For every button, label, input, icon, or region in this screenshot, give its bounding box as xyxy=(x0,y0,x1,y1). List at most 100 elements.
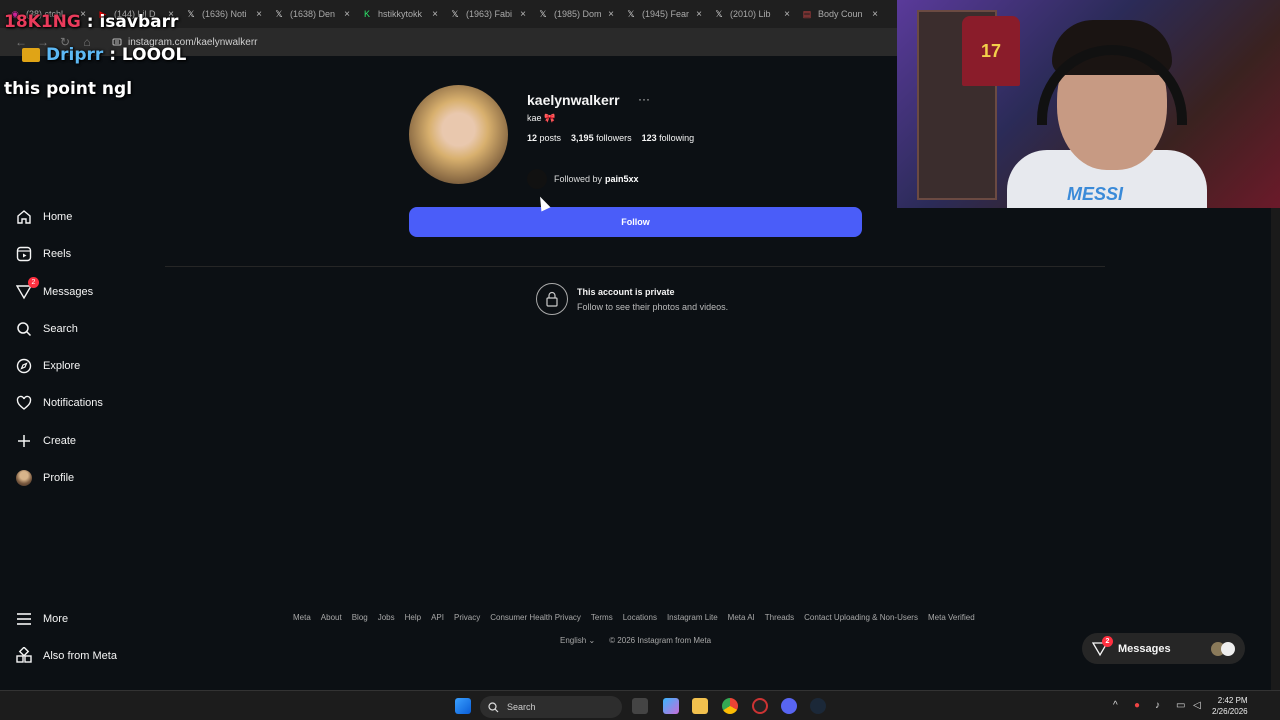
clock-time: 2:42 PM xyxy=(1217,696,1248,705)
browser-tab[interactable]: ▤ Body Coun × xyxy=(796,1,884,27)
taskbar-search-placeholder: Search xyxy=(507,702,536,712)
followed-by-prefix: Followed by xyxy=(554,174,603,184)
browser-tab[interactable]: 𝕏 (1945) Fear × xyxy=(620,1,708,27)
footer-link[interactable]: About xyxy=(321,613,342,622)
footer-link[interactable]: Instagram Lite xyxy=(667,613,718,622)
plus-icon xyxy=(14,431,34,451)
browser-tab[interactable]: Khstikkytokk × xyxy=(356,1,444,27)
sidebar-item-label: Home xyxy=(43,211,73,223)
footer-link[interactable]: Terms xyxy=(591,613,613,622)
footer-link[interactable]: Help xyxy=(405,613,421,622)
divider xyxy=(165,266,1105,267)
tab-favicon-icon: K xyxy=(363,9,370,19)
search-icon xyxy=(14,319,34,339)
chat-message: : isavbarr xyxy=(86,12,179,32)
footer-link[interactable]: Contact Uploading & Non-Users xyxy=(804,613,918,622)
tab-favicon-icon: 𝕏 xyxy=(187,8,195,19)
tray-overflow-icon[interactable]: ^ xyxy=(1113,700,1118,711)
footer-link[interactable]: Meta Verified xyxy=(928,613,975,622)
sidebar-also-from-meta[interactable]: Also from Meta xyxy=(14,644,117,668)
posts-count: 12 xyxy=(527,133,538,143)
follow-button[interactable]: Follow xyxy=(409,207,862,237)
close-tab-icon[interactable]: × xyxy=(432,9,438,20)
footer-links: Meta About Blog Jobs Help API Privacy Consumer … xyxy=(293,613,975,622)
more-options-icon[interactable]: ··· xyxy=(638,92,650,106)
footer-link[interactable]: Threads xyxy=(765,613,794,622)
footer-link[interactable]: API xyxy=(431,613,444,622)
tab-title: (2010) Lib xyxy=(730,9,771,19)
tab-favicon-icon: 𝕏 xyxy=(715,8,723,19)
messages-badge: 2 xyxy=(1102,635,1113,647)
messages-pill-button[interactable]: 2 Messages xyxy=(1082,633,1245,664)
profile-picture[interactable] xyxy=(409,85,508,184)
posts-label: posts xyxy=(539,133,562,143)
sidebar-also-from-meta-label: Also from Meta xyxy=(43,650,117,662)
steam-icon[interactable] xyxy=(810,698,826,714)
close-tab-icon[interactable]: × xyxy=(608,9,614,20)
browser-tab[interactable]: 𝕏 (1638) Den × xyxy=(268,1,356,27)
tab-favicon-icon: 𝕏 xyxy=(539,8,547,19)
sidebar-item-create[interactable]: Create xyxy=(14,429,76,453)
close-tab-icon[interactable]: × xyxy=(784,9,790,20)
tab-title: (1638) Den xyxy=(290,9,336,19)
messages-icon: 2 xyxy=(14,277,39,302)
close-tab-icon[interactable]: × xyxy=(872,9,878,20)
sidebar-more-label: More xyxy=(43,613,69,625)
chrome-icon[interactable] xyxy=(722,698,738,714)
followers-stat[interactable]: 3,195 followers xyxy=(571,133,632,143)
footer-link[interactable]: Meta AI xyxy=(728,613,755,622)
webcam-jersey: 17 xyxy=(962,16,1020,86)
discord-icon[interactable] xyxy=(781,698,797,714)
task-view-icon[interactable] xyxy=(632,698,648,714)
chat-overlay-line-2: Driprr : LOOOL xyxy=(4,45,186,65)
sidebar-item-profile[interactable]: Profile xyxy=(14,466,74,490)
browser-tab[interactable]: 𝕏 (1985) Dom × xyxy=(532,1,620,27)
sidebar-item-label: Create xyxy=(43,435,77,447)
footer-link[interactable]: Consumer Health Privacy xyxy=(490,613,581,622)
followed-by[interactable]: Followed by pain5xx xyxy=(527,169,639,189)
taskbar-search[interactable]: Search xyxy=(480,696,622,718)
browser-tab[interactable]: 𝕏 (2010) Lib × xyxy=(708,1,796,27)
footer-link[interactable]: Jobs xyxy=(378,613,395,622)
footer-link[interactable]: Locations xyxy=(623,613,657,622)
sidebar-item-explore[interactable]: Explore xyxy=(14,354,80,378)
footer-link[interactable]: Meta xyxy=(293,613,311,622)
language-select[interactable]: English ⌄ xyxy=(560,636,595,645)
following-stat[interactable]: 123 following xyxy=(642,133,695,143)
close-tab-icon[interactable]: × xyxy=(256,9,262,20)
file-explorer-icon[interactable] xyxy=(692,698,708,714)
profile-bio: kae 🎀 xyxy=(527,113,556,123)
sidebar-item-reels[interactable]: Reels xyxy=(14,242,71,266)
scrollbar[interactable] xyxy=(1271,208,1280,690)
sidebar-more[interactable]: More xyxy=(14,607,68,631)
footer-link[interactable]: Privacy xyxy=(454,613,480,622)
browser-tab[interactable]: 𝕏 (1636) Noti × xyxy=(180,1,268,27)
sidebar-item-notifications[interactable]: Notifications xyxy=(14,391,103,415)
taskbar-clock[interactable]: 2:42 PM 2/26/2026 xyxy=(1212,695,1248,717)
sidebar-item-home[interactable]: Home xyxy=(14,205,72,229)
chat-message: : LOOOL xyxy=(109,45,187,65)
language-label: English xyxy=(560,636,587,645)
close-tab-icon[interactable]: × xyxy=(520,9,526,20)
tray-app-icon[interactable]: ● xyxy=(1134,700,1140,711)
apps-icon xyxy=(14,646,34,666)
close-tab-icon[interactable]: × xyxy=(344,9,350,20)
sidebar-item-messages[interactable]: 2 Messages xyxy=(14,277,93,304)
sidebar-item-search[interactable]: Search xyxy=(14,317,78,341)
network-icon[interactable]: ▭ xyxy=(1176,700,1185,711)
tab-title: (1963) Fabi xyxy=(466,9,513,19)
mutual-avatar xyxy=(527,169,547,189)
app-icon[interactable] xyxy=(752,698,768,714)
chat-overlay-line-3: this point ngl xyxy=(4,79,132,99)
footer-link[interactable]: Blog xyxy=(352,613,368,622)
copilot-icon[interactable] xyxy=(663,698,679,714)
windows-start-icon[interactable] xyxy=(455,698,471,714)
tab-favicon-icon: 𝕏 xyxy=(275,8,283,19)
browser-tab[interactable]: 𝕏 (1963) Fabi × xyxy=(444,1,532,27)
volume-icon[interactable]: ◁ xyxy=(1193,700,1201,711)
microphone-icon[interactable]: ♪ xyxy=(1155,700,1160,711)
close-tab-icon[interactable]: × xyxy=(696,9,702,20)
crown-icon xyxy=(22,48,40,62)
screen: ◉ (38) ctchl × ▶ (144) Lil D × 𝕏 (1636) Noti × 𝕏(… xyxy=(0,0,1280,720)
tab-title: (1985) Dom xyxy=(554,9,602,19)
